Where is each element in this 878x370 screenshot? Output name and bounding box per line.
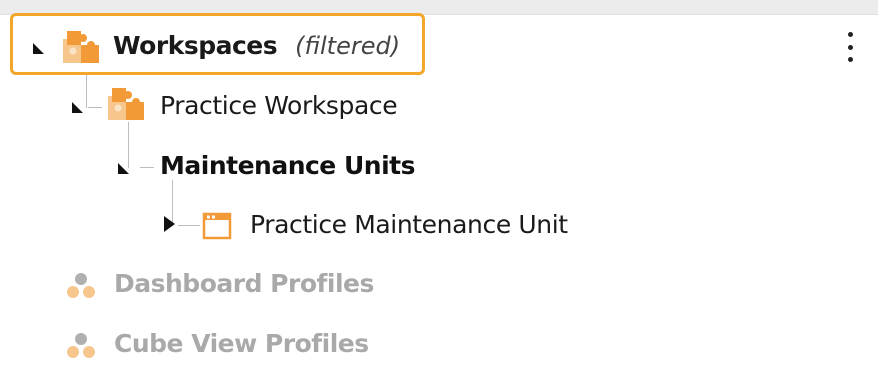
triangle-down-icon: [72, 102, 83, 113]
tree-connector: [86, 74, 87, 108]
puzzle-icon: [61, 29, 101, 70]
tree-panel: Workspaces (filtered) Practice Workspace: [0, 0, 878, 370]
expand-toggle[interactable]: [72, 100, 83, 118]
triangle-right-icon: [164, 216, 175, 232]
tree-node-label: Maintenance Units: [160, 151, 415, 180]
tree-node-label: Cube View Profiles: [114, 329, 369, 358]
triangle-down-icon: [33, 43, 44, 54]
tree-node-label: Practice Maintenance Unit: [250, 210, 568, 239]
tree-connector: [178, 225, 200, 226]
triangle-down-icon: [118, 163, 129, 174]
tree-node-label: Dashboard Profiles: [114, 269, 374, 298]
kebab-menu-icon[interactable]: [842, 32, 858, 62]
dots-cluster-icon: [64, 271, 98, 306]
filter-indicator: (filtered): [295, 31, 401, 60]
tree-node-label: Workspaces: [113, 31, 278, 60]
tree-node-workspaces[interactable]: Workspaces (filtered): [10, 13, 425, 75]
dots-cluster-icon: [64, 331, 98, 366]
puzzle-icon: [106, 86, 146, 127]
expand-toggle[interactable]: [33, 41, 44, 59]
tree-connector: [88, 107, 102, 108]
window-icon: [202, 211, 234, 246]
expand-toggle[interactable]: [164, 216, 175, 237]
tree-connector: [140, 167, 154, 168]
tree-node-label: Practice Workspace: [160, 91, 398, 120]
expand-toggle[interactable]: [118, 161, 129, 179]
